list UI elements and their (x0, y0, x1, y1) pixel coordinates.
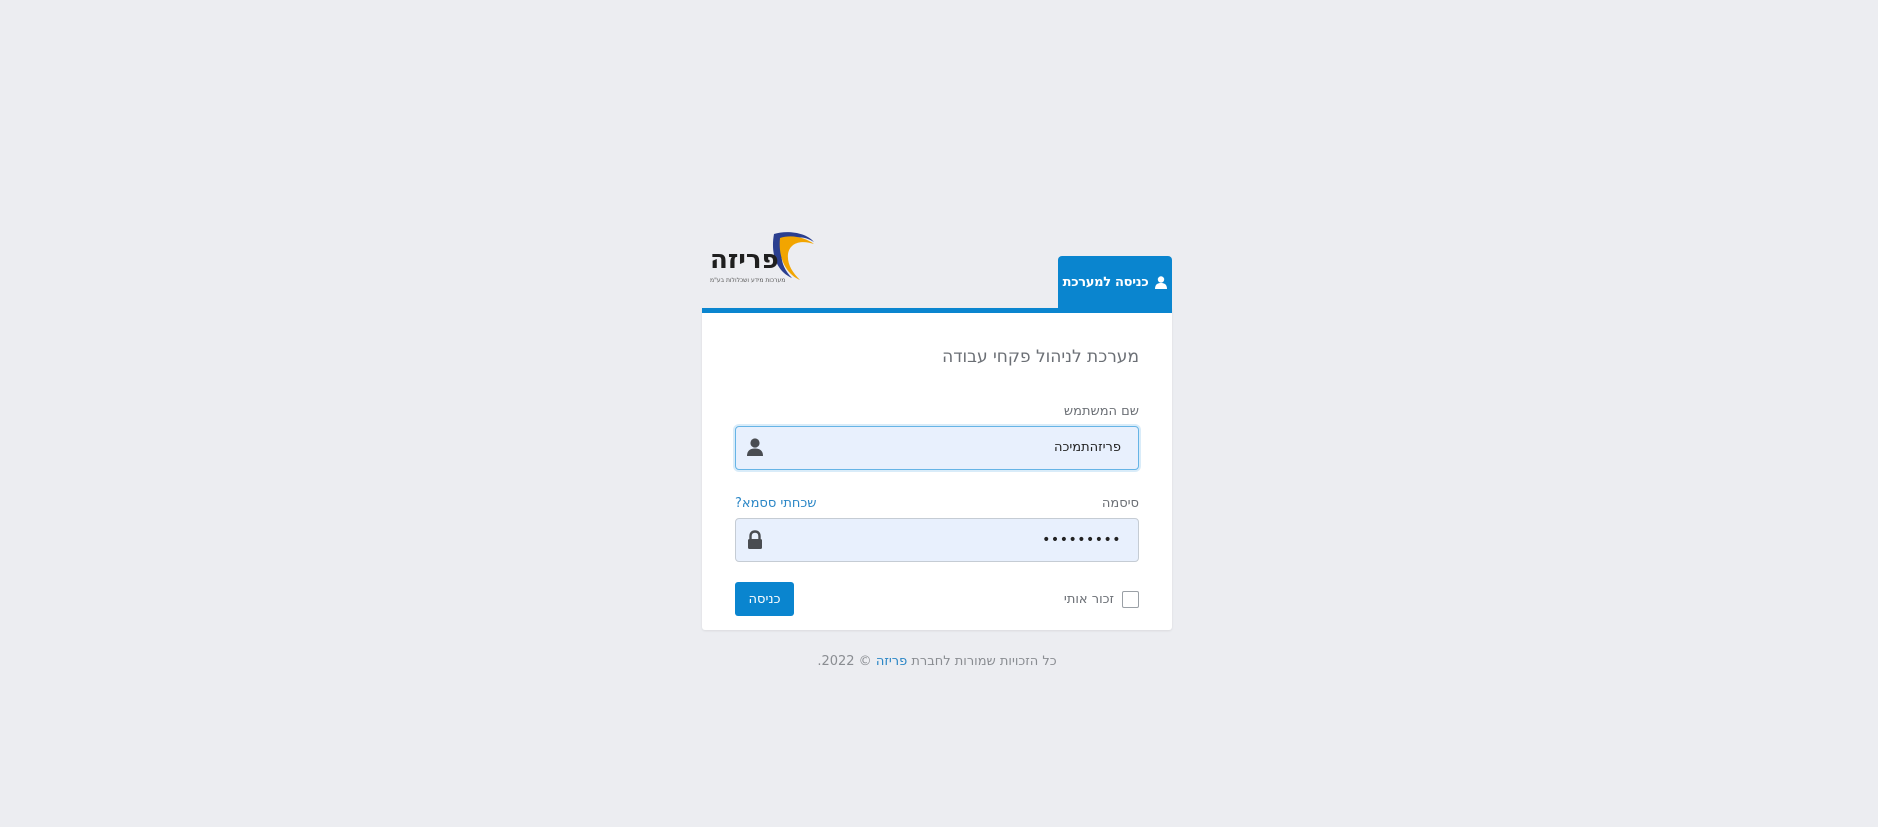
login-button[interactable]: כניסה (735, 582, 794, 616)
login-container: פריזה מערכות מידע ושכלולות בע"מ כניסה למ… (702, 230, 1172, 669)
remember-me[interactable]: זכור אותי (1063, 590, 1139, 608)
username-label: שם המשתמש (1063, 404, 1139, 419)
forgot-password-link[interactable]: שכחתי ססמא? (735, 496, 816, 511)
footer-prefix: כל הזכויות שמורות לחברת (911, 654, 1057, 669)
login-card: מערכת לניהול פקחי עבודה שם המשתמש פריזהת… (702, 308, 1172, 630)
tab-login-label: כניסה למערכת (1062, 274, 1149, 290)
password-label-row: סיסמה שכחתי ססמא? (735, 496, 1139, 511)
footer: כל הזכויות שמורות לחברת פריזה © 2022. (702, 654, 1172, 669)
password-value: ••••••••• (1042, 532, 1121, 548)
username-field[interactable]: פריזהתמיכה (735, 426, 1139, 470)
page-title: מערכת לניהול פקחי עבודה (942, 347, 1139, 367)
password-field[interactable]: ••••••••• (735, 518, 1139, 562)
lock-icon (748, 530, 762, 549)
remember-me-checkbox[interactable] (1122, 590, 1139, 608)
actions-row: זכור אותי כניסה (735, 582, 1139, 616)
company-logo: פריזה מערכות מידע ושכלולות בע"מ (706, 230, 818, 286)
tab-login[interactable]: כניסה למערכת (1058, 256, 1172, 308)
header-row: פריזה מערכות מידע ושכלולות בע"מ כניסה למ… (702, 230, 1172, 308)
footer-company-link[interactable]: פריזה (876, 654, 907, 669)
user-icon (1155, 275, 1168, 289)
password-label: סיסמה (1101, 496, 1139, 511)
remember-me-label: זכור אותי (1063, 591, 1114, 607)
logo-tagline: מערכות מידע ושכלולות בע"מ (710, 277, 785, 284)
user-icon (747, 438, 763, 456)
logo-wordmark: פריזה (710, 245, 779, 275)
username-value: פריזהתמיכה (1053, 440, 1121, 455)
footer-copyright: © 2022. (817, 654, 872, 669)
username-label-row: שם המשתמש (735, 404, 1139, 419)
